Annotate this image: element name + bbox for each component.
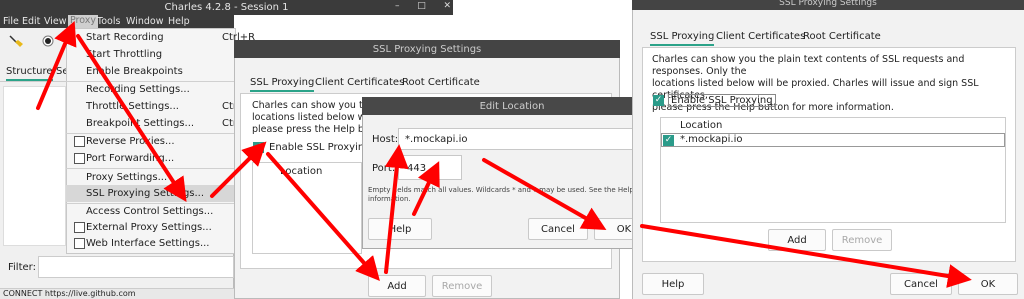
host-input[interactable]: *.mockapi.io bbox=[398, 128, 650, 150]
menu-file[interactable]: File bbox=[3, 16, 19, 27]
enable-ssl-label: Enable SSL Proxying bbox=[269, 142, 371, 153]
menu-item-reverse-proxies[interactable]: Reverse Proxies... bbox=[66, 133, 234, 150]
location-column-header: Location bbox=[280, 166, 323, 177]
row-location: *.mockapi.io bbox=[680, 134, 743, 145]
help-button[interactable]: Help bbox=[642, 273, 704, 295]
menu-item-external-proxy-settings[interactable]: External Proxy Settings... bbox=[66, 219, 234, 236]
menu-window[interactable]: Window bbox=[126, 16, 163, 27]
remove-button[interactable]: Remove bbox=[832, 229, 892, 251]
menu-item-port-forwarding[interactable]: Port Forwarding... bbox=[66, 150, 234, 167]
checkbox-icon bbox=[74, 153, 85, 164]
add-button[interactable]: Add bbox=[768, 229, 826, 251]
port-label: Port: bbox=[372, 163, 396, 174]
menu-help[interactable]: Help bbox=[168, 16, 190, 27]
minimize-button[interactable]: – bbox=[395, 1, 400, 14]
tab-structure[interactable]: Structure bbox=[6, 66, 53, 81]
menu-item-start-throttling[interactable]: Start Throttling bbox=[66, 46, 234, 63]
tab-root-certificate[interactable]: Root Certificate bbox=[803, 31, 881, 42]
location-column-header: Location bbox=[680, 120, 723, 131]
main-window-titlebar: Charles 4.2.8 - Session 1 bbox=[0, 0, 453, 15]
tab-root-certificate[interactable]: Root Certificate bbox=[402, 77, 480, 88]
row-enabled-checkbox[interactable]: ✓ bbox=[663, 135, 674, 146]
menu-item-start-recording[interactable]: Start Recording Ctrl+R bbox=[66, 29, 255, 46]
wildcard-hint: Empty fields match all values. Wildcards… bbox=[368, 186, 667, 203]
remove-button[interactable]: Remove bbox=[432, 275, 492, 297]
checkbox-icon bbox=[74, 222, 85, 233]
menu-item-web-interface-settings[interactable]: Web Interface Settings... bbox=[66, 235, 234, 252]
filter-input[interactable] bbox=[38, 256, 234, 278]
record-icon[interactable] bbox=[42, 35, 54, 47]
main-window-title: Charles 4.2.8 - Session 1 bbox=[164, 2, 289, 13]
status-bar: CONNECT https://live.github.com bbox=[0, 288, 234, 299]
ssl-dialog-2-title: SSL Proxying Settings bbox=[779, 0, 877, 8]
menu-item-proxy-settings[interactable]: Proxy Settings... bbox=[66, 169, 234, 186]
edit-location-title: Edit Location bbox=[479, 100, 545, 112]
ssl-dialog-1-titlebar: SSL Proxying Settings bbox=[234, 40, 620, 58]
menu-item-access-control-settings[interactable]: Access Control Settings... bbox=[66, 203, 234, 220]
cancel-button[interactable]: Cancel bbox=[528, 218, 588, 240]
ssl-dialog-2-titlebar: SSL Proxying Settings bbox=[632, 0, 1024, 10]
tab-ssl-proxying[interactable]: SSL Proxying bbox=[650, 31, 715, 46]
help-button[interactable]: Help bbox=[368, 218, 432, 240]
maximize-button[interactable]: □ bbox=[417, 1, 426, 14]
menu-bar: File Edit View Proxy Tools Window Help bbox=[0, 15, 234, 28]
tab-client-certificates[interactable]: Client Certificates bbox=[716, 31, 805, 42]
host-label: Host: bbox=[372, 134, 399, 145]
checkbox-icon bbox=[74, 238, 85, 249]
close-button[interactable]: ✕ bbox=[443, 1, 451, 14]
ok-button[interactable]: OK bbox=[958, 273, 1018, 295]
menu-item-ssl-proxying-settings[interactable]: SSL Proxying Settings... bbox=[66, 185, 234, 202]
filter-label: Filter: bbox=[8, 262, 36, 273]
enable-ssl-checkbox[interactable]: ✓ bbox=[253, 142, 264, 153]
menu-item-recording-settings[interactable]: Recording Settings... bbox=[66, 81, 234, 98]
enable-ssl-label: Enable SSL Proxying bbox=[668, 94, 776, 107]
menu-item-breakpoint-settings[interactable]: Breakpoint Settings...Ctrl+S bbox=[66, 115, 255, 132]
status-text: CONNECT https://live.github.com bbox=[3, 289, 136, 298]
checkbox-icon bbox=[74, 136, 85, 147]
menu-proxy[interactable]: Proxy bbox=[68, 15, 99, 28]
enable-ssl-checkbox[interactable]: ✓ bbox=[653, 95, 664, 106]
table-row[interactable]: ✓ *.mockapi.io bbox=[661, 133, 1005, 147]
structure-tree bbox=[3, 86, 66, 246]
broom-icon[interactable] bbox=[8, 34, 24, 48]
add-button[interactable]: Add bbox=[368, 275, 426, 297]
menu-edit[interactable]: Edit bbox=[22, 16, 40, 27]
window-controls: – □ ✕ bbox=[395, 1, 451, 14]
menu-item-throttle-settings[interactable]: Throttle Settings...Ctrl+S bbox=[66, 98, 255, 115]
menu-tools[interactable]: Tools bbox=[97, 16, 120, 27]
menu-view[interactable]: View bbox=[44, 16, 67, 27]
edit-location-titlebar: Edit Location bbox=[362, 97, 662, 115]
tab-client-certificates[interactable]: Client Certificates bbox=[315, 77, 404, 88]
cancel-button[interactable]: Cancel bbox=[890, 273, 952, 295]
tab-ssl-proxying[interactable]: SSL Proxying bbox=[250, 77, 315, 92]
menu-item-enable-breakpoints[interactable]: Enable Breakpoints bbox=[66, 63, 234, 80]
ssl-dialog-1-title: SSL Proxying Settings bbox=[372, 43, 482, 55]
port-input[interactable]: 443 bbox=[398, 155, 462, 180]
